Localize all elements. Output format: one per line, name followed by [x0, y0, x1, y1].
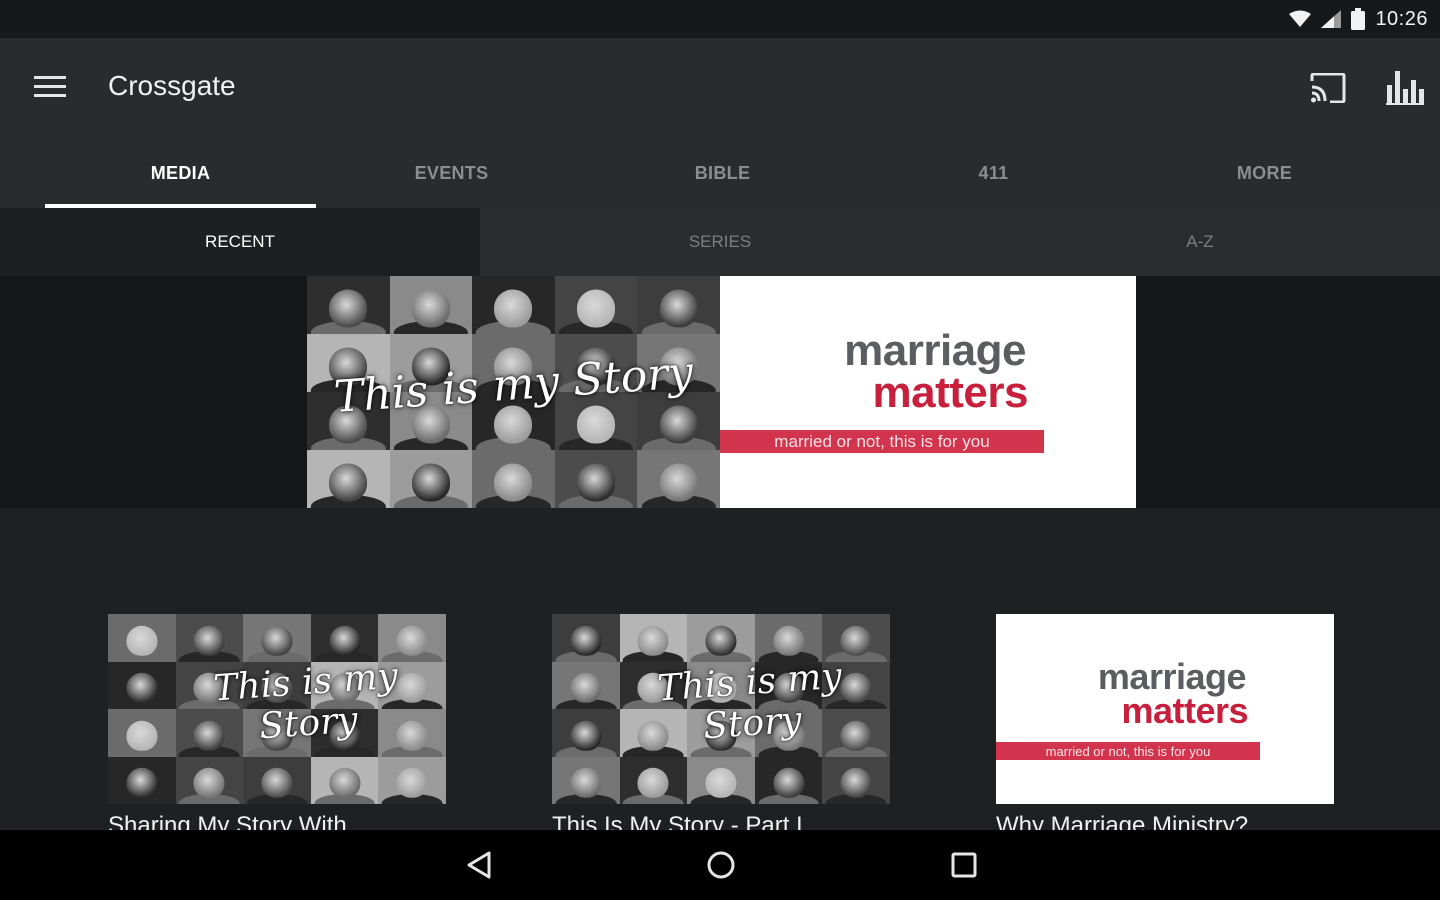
- cards-viewport: This is my Story Sharing My Story With T…: [0, 0, 1440, 830]
- portrait-photo: [310, 756, 379, 804]
- portrait-photo: [619, 756, 688, 804]
- media-card[interactable]: marriage matters married or not, this is…: [996, 614, 1334, 830]
- card-thumbnail: marriage matters married or not, this is…: [996, 614, 1334, 804]
- portrait-photo: [619, 614, 688, 662]
- card-thumbnail: This is my Story: [108, 614, 446, 804]
- portrait-photo: [243, 756, 311, 804]
- home-button[interactable]: [693, 845, 749, 885]
- portrait-photo: [754, 614, 823, 662]
- portrait-photo: [378, 756, 446, 804]
- portrait-photo: [552, 709, 620, 757]
- portrait-photo: [310, 614, 379, 662]
- portrait-photo: [822, 756, 890, 804]
- back-icon: [467, 851, 491, 879]
- portrait-photo: [108, 709, 176, 757]
- media-card[interactable]: This is my Story Sharing My Story With: [108, 614, 446, 830]
- media-card[interactable]: This is my Story This Is My Story - Part…: [552, 614, 890, 830]
- home-icon: [707, 851, 735, 879]
- back-button[interactable]: [451, 845, 507, 885]
- portrait-photo: [687, 614, 755, 662]
- portrait-photo: [175, 614, 244, 662]
- card-title: Sharing My Story With: [108, 812, 347, 830]
- marriage-matters-card: marriage matters married or not, this is…: [996, 614, 1334, 804]
- mm-tagline: married or not, this is for you: [996, 742, 1260, 760]
- recents-icon: [951, 852, 977, 878]
- story-collage: This is my Story: [108, 614, 446, 804]
- card-title: Why Marriage Ministry?: [996, 812, 1249, 830]
- card-thumbnail: This is my Story: [552, 614, 890, 804]
- portrait-photo: [754, 756, 823, 804]
- navigation-bar: [0, 830, 1440, 900]
- portrait-photo: [687, 756, 755, 804]
- portrait-photo: [175, 756, 244, 804]
- portrait-photo: [108, 614, 176, 662]
- mm-word-matters: matters: [1121, 690, 1248, 731]
- portrait-photo: [552, 756, 620, 804]
- media-list: This is my Story Sharing My Story With T…: [0, 614, 1440, 830]
- card-title: This Is My Story - Part I: [552, 812, 803, 830]
- portrait-photo: [108, 756, 176, 804]
- recents-button[interactable]: [936, 845, 992, 885]
- portrait-photo: [243, 614, 311, 662]
- story-collage: This is my Story: [552, 614, 890, 804]
- portrait-photo: [552, 614, 620, 662]
